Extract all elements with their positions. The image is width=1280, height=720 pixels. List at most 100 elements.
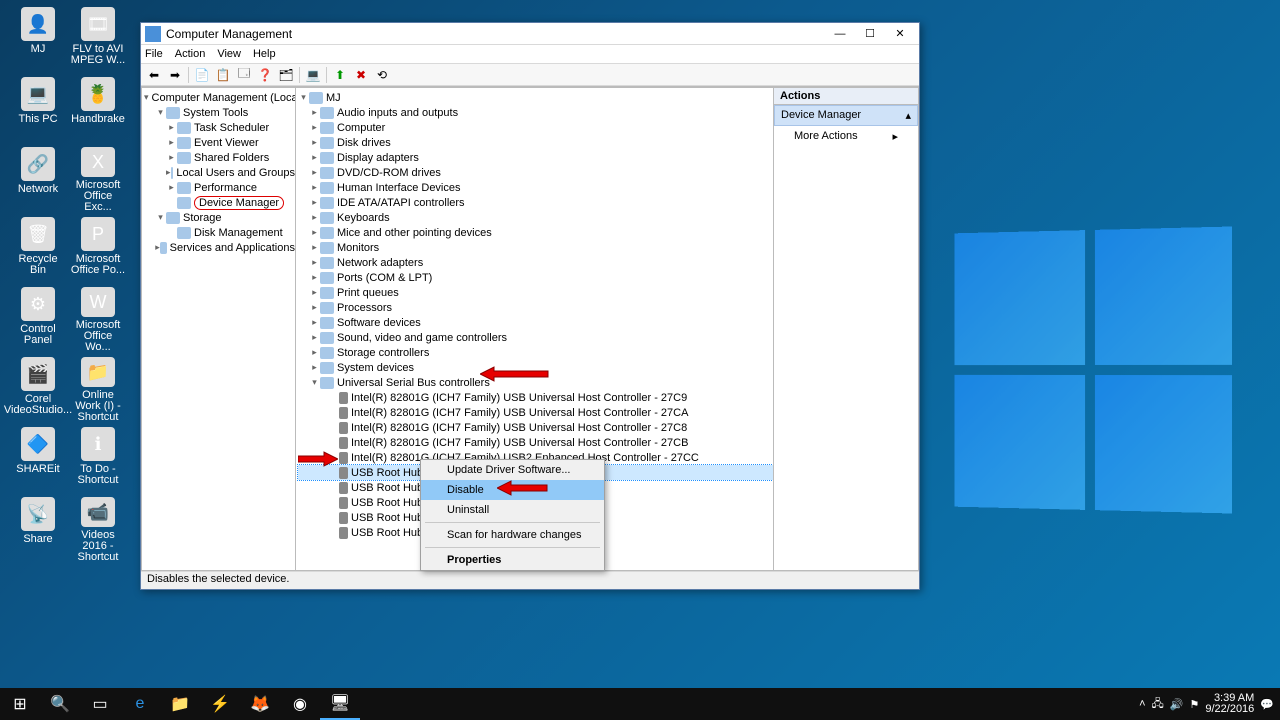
desktop-icon[interactable]: ⚙Control Panel: [10, 285, 66, 353]
usb-icon: [339, 482, 348, 494]
menu-help[interactable]: Help: [253, 48, 276, 60]
tree-node[interactable]: Intel(R) 82801G (ICH7 Family) USB Univer…: [298, 420, 773, 435]
system-tray[interactable]: ˄ 🖧 🔊 ⚑ 3:39 AM 9/22/2016 💬: [1139, 693, 1280, 715]
explorer-icon[interactable]: 📁: [160, 688, 200, 720]
desktop-icon[interactable]: XMicrosoft Office Exc...: [70, 145, 126, 213]
desktop-icon[interactable]: 🍍Handbrake: [70, 75, 126, 143]
tree-label: Performance: [194, 182, 257, 194]
desktop-icon[interactable]: 🔗Network: [10, 145, 66, 213]
toolbar-icon[interactable]: ⟲: [372, 66, 392, 84]
desktop-icon[interactable]: 📡Share: [10, 495, 66, 563]
tree-node[interactable]: Intel(R) 82801G (ICH7 Family) USB Univer…: [298, 405, 773, 420]
desktop-icon[interactable]: 📹Videos 2016 - Shortcut: [70, 495, 126, 563]
desktop-icon[interactable]: 🔷SHAREit: [10, 425, 66, 493]
toolbar-icon[interactable]: ❓: [255, 66, 275, 84]
task-view-icon[interactable]: ▭: [80, 688, 120, 720]
tree-node[interactable]: ▸Local Users and Groups: [144, 165, 295, 180]
tree-node[interactable]: ▸Print queues: [298, 285, 773, 300]
start-button[interactable]: ⊞: [0, 688, 40, 720]
tree-icon: [177, 122, 191, 134]
scan-hardware-icon[interactable]: ⬆: [330, 66, 350, 84]
desktop-icon[interactable]: 📁Online Work (I) - Shortcut: [70, 355, 126, 423]
tree-node[interactable]: ▸Mice and other pointing devices: [298, 225, 773, 240]
tree-node[interactable]: ▸Shared Folders: [144, 150, 295, 165]
tree-node[interactable]: ▸Sound, video and game controllers: [298, 330, 773, 345]
context-menu-item[interactable]: Update Driver Software...: [421, 460, 604, 480]
tree-node[interactable]: ▸IDE ATA/ATAPI controllers: [298, 195, 773, 210]
desktop-icon[interactable]: 👤MJ: [10, 5, 66, 73]
desktop-icon[interactable]: 🎞FLV to AVI MPEG W...: [70, 5, 126, 73]
tree-node[interactable]: ▸Audio inputs and outputs: [298, 105, 773, 120]
tree-node-device-manager[interactable]: Device Manager: [144, 195, 295, 210]
desktop-icon[interactable]: 🗑Recycle Bin: [10, 215, 66, 283]
forward-button[interactable]: ➡: [165, 66, 185, 84]
tree-node[interactable]: ▸Services and Applications: [144, 240, 295, 255]
close-button[interactable]: ✕: [885, 24, 915, 44]
disable-icon[interactable]: ✖: [351, 66, 371, 84]
tree-node[interactable]: Disk Management: [144, 225, 295, 240]
tree-node[interactable]: Intel(R) 82801G (ICH7 Family) USB Univer…: [298, 390, 773, 405]
tree-node[interactable]: ▸Software devices: [298, 315, 773, 330]
toolbar-icon[interactable]: 🗂: [276, 66, 296, 84]
firefox-icon[interactable]: 🦊: [240, 688, 280, 720]
edge-icon[interactable]: e: [120, 688, 160, 720]
chrome-icon[interactable]: ◉: [280, 688, 320, 720]
tree-node[interactable]: ▾MJ: [298, 90, 773, 105]
search-icon[interactable]: 🔍: [40, 688, 80, 720]
minimize-button[interactable]: —: [825, 24, 855, 44]
toolbar-icon[interactable]: 📋: [213, 66, 233, 84]
menu-action[interactable]: Action: [175, 48, 206, 60]
tree-node[interactable]: ▸Monitors: [298, 240, 773, 255]
desktop-icon[interactable]: PMicrosoft Office Po...: [70, 215, 126, 283]
tree-node[interactable]: ▸Display adapters: [298, 150, 773, 165]
context-menu-item[interactable]: Properties: [421, 550, 604, 570]
context-menu-item[interactable]: Scan for hardware changes: [421, 525, 604, 545]
menu-view[interactable]: View: [217, 48, 241, 60]
tree-node[interactable]: ▸Computer: [298, 120, 773, 135]
tree-node[interactable]: ▸Processors: [298, 300, 773, 315]
clock[interactable]: 3:39 AM 9/22/2016: [1205, 693, 1254, 715]
running-app-icon[interactable]: 🖥: [320, 688, 360, 720]
tree-node[interactable]: ▸DVD/CD-ROM drives: [298, 165, 773, 180]
context-menu-item[interactable]: Uninstall: [421, 500, 604, 520]
notifications-icon[interactable]: 💬: [1260, 698, 1274, 711]
tree-node[interactable]: ▸Human Interface Devices: [298, 180, 773, 195]
tree-label: USB Root Hub: [351, 467, 423, 479]
tree-node[interactable]: ▸Keyboards: [298, 210, 773, 225]
tree-node[interactable]: ▸Event Viewer: [144, 135, 295, 150]
tree-node[interactable]: ▸Ports (COM & LPT): [298, 270, 773, 285]
maximize-button[interactable]: ☐: [855, 24, 885, 44]
back-button[interactable]: ⬅: [144, 66, 164, 84]
menu-file[interactable]: File: [145, 48, 163, 60]
titlebar[interactable]: Computer Management — ☐ ✕: [141, 23, 919, 45]
flag-icon[interactable]: ⚑: [1189, 698, 1199, 711]
actions-selected[interactable]: Device Manager▴: [774, 105, 918, 126]
toolbar-icon[interactable]: 💻: [303, 66, 323, 84]
tree-icon: [160, 242, 167, 254]
tree-icon: [320, 377, 334, 389]
desktop-icon[interactable]: WMicrosoft Office Wo...: [70, 285, 126, 353]
tree-node[interactable]: ▸Network adapters: [298, 255, 773, 270]
winamp-icon[interactable]: ⚡: [200, 688, 240, 720]
tree-node[interactable]: Intel(R) 82801G (ICH7 Family) USB Univer…: [298, 435, 773, 450]
tree-node[interactable]: ▾Storage: [144, 210, 295, 225]
network-icon[interactable]: 🖧: [1152, 695, 1164, 714]
tray-chevron-icon[interactable]: ˄: [1139, 698, 1145, 710]
more-actions[interactable]: More Actions▸: [774, 126, 918, 146]
tree-node[interactable]: ▸Disk drives: [298, 135, 773, 150]
toolbar-icon[interactable]: 📄: [192, 66, 212, 84]
tree-node[interactable]: ▾Computer Management (Local: [144, 90, 295, 105]
icon-glyph: X: [81, 147, 115, 177]
desktop-icon[interactable]: 💻This PC: [10, 75, 66, 143]
tree-node[interactable]: ▸Task Scheduler: [144, 120, 295, 135]
taskbar[interactable]: ⊞ 🔍 ▭ e 📁 ⚡ 🦊 ◉ 🖥 ˄ 🖧 🔊 ⚑ 3:39 AM 9/22/2…: [0, 688, 1280, 720]
toolbar-icon[interactable]: 🗔: [234, 66, 254, 84]
tree-node[interactable]: ▸Performance: [144, 180, 295, 195]
icon-label: This PC: [18, 114, 57, 125]
tree-node[interactable]: ▾System Tools: [144, 105, 295, 120]
tree-node[interactable]: ▸Storage controllers: [298, 345, 773, 360]
desktop-icon[interactable]: 🎬Corel VideoStudio...: [10, 355, 66, 423]
desktop-icon[interactable]: ℹTo Do - Shortcut: [70, 425, 126, 493]
volume-icon[interactable]: 🔊: [1170, 698, 1184, 711]
console-tree-pane[interactable]: ▾Computer Management (Local▾System Tools…: [141, 87, 296, 571]
